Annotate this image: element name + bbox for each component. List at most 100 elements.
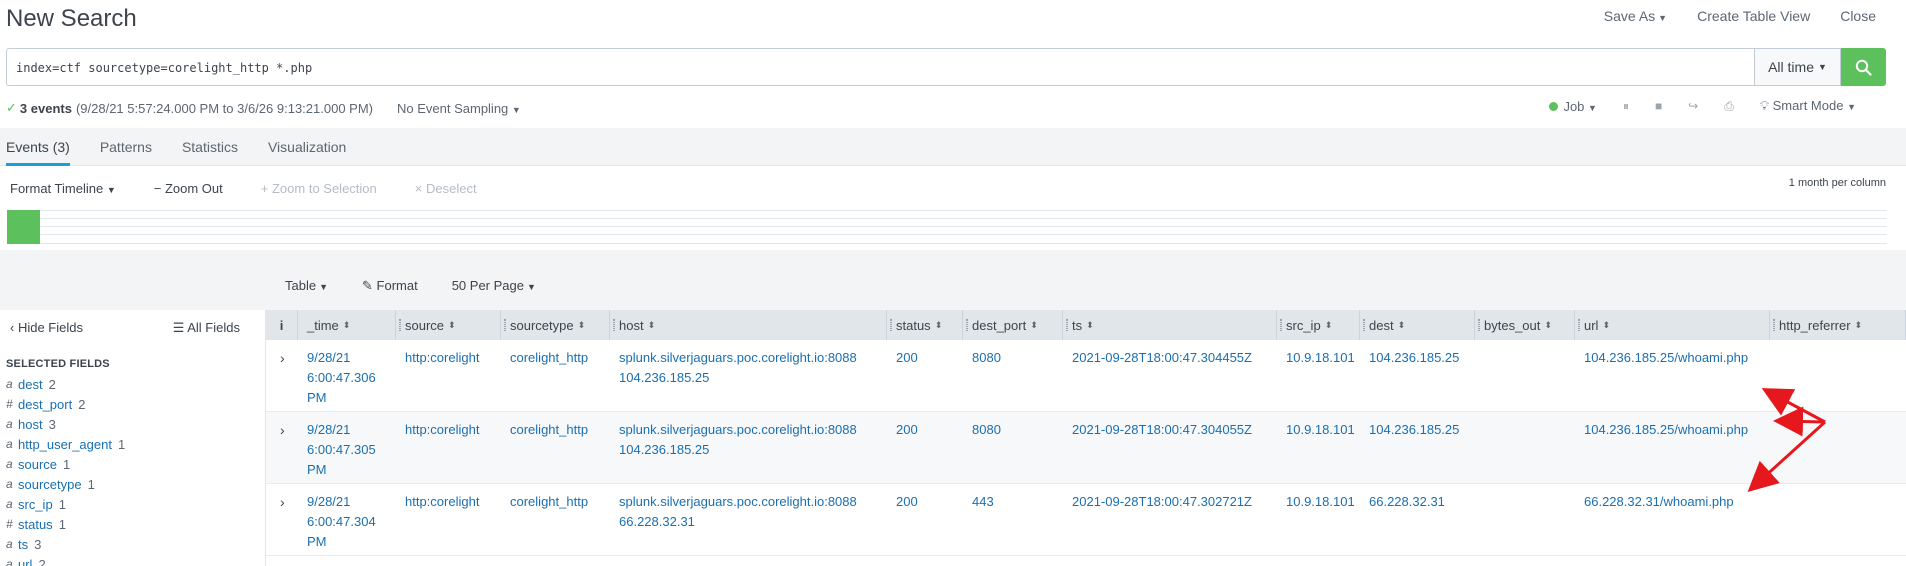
close-button[interactable]: Close xyxy=(1840,8,1876,24)
column-grip-icon[interactable] xyxy=(504,319,506,331)
expand-row-icon[interactable]: › xyxy=(266,340,298,411)
deselect-button[interactable]: × Deselect xyxy=(415,181,477,196)
cell-url[interactable]: 104.236.185.25/whoami.php xyxy=(1575,340,1770,411)
pause-icon[interactable]: ⏸ xyxy=(1623,99,1629,114)
zoom-to-selection-button[interactable]: + Zoom to Selection xyxy=(261,181,377,196)
cell-sourcetype[interactable]: corelight_http xyxy=(501,412,610,483)
cell-dest-port[interactable]: 443 xyxy=(963,484,1063,555)
timeline-bar[interactable] xyxy=(7,210,40,244)
column-grip-icon[interactable] xyxy=(890,319,892,331)
column-grip-icon[interactable] xyxy=(399,319,401,331)
column-grip-icon[interactable] xyxy=(1066,319,1068,331)
column-grip-icon[interactable] xyxy=(613,319,615,331)
cell-status[interactable]: 200 xyxy=(887,412,963,483)
column-header-url[interactable]: url ⬍ xyxy=(1575,310,1770,340)
cell-dest[interactable]: 104.236.185.25 xyxy=(1360,412,1475,483)
cell-url[interactable]: 104.236.185.25/whoami.php xyxy=(1575,412,1770,483)
cell-src-ip[interactable]: 10.9.18.101 xyxy=(1277,484,1360,555)
cell-status[interactable]: 200 xyxy=(887,484,963,555)
column-header-dest[interactable]: dest ⬍ xyxy=(1360,310,1475,340)
cell-dest-port[interactable]: 8080 xyxy=(963,340,1063,411)
stop-icon[interactable]: ■ xyxy=(1655,99,1662,113)
format-timeline-button[interactable]: Format Timeline ▼ xyxy=(10,181,116,196)
field-url[interactable]: a url 2 xyxy=(0,554,265,566)
cell-sourcetype[interactable]: corelight_http xyxy=(501,340,610,411)
cell-ts[interactable]: 2021-09-28T18:00:47.304055Z xyxy=(1063,412,1277,483)
cell-http-referrer[interactable] xyxy=(1770,484,1906,555)
column-grip-icon[interactable] xyxy=(1478,319,1480,331)
tab-visualization[interactable]: Visualization xyxy=(268,128,346,166)
expand-row-icon[interactable]: › xyxy=(266,484,298,555)
cell-time[interactable]: 9/28/21 6:00:47.304 PM xyxy=(298,484,396,555)
timeline-chart[interactable] xyxy=(7,210,1887,244)
zoom-out-button[interactable]: − Zoom Out xyxy=(154,181,223,196)
print-icon[interactable]: ⎙ xyxy=(1724,99,1734,114)
cell-src-ip[interactable]: 10.9.18.101 xyxy=(1277,412,1360,483)
cell-dest[interactable]: 66.228.32.31 xyxy=(1360,484,1475,555)
cell-ts[interactable]: 2021-09-28T18:00:47.304455Z xyxy=(1063,340,1277,411)
field-source[interactable]: a source 1 xyxy=(0,454,265,474)
cell-host[interactable]: splunk.silverjaguars.poc.corelight.io:80… xyxy=(610,412,887,483)
tab-events[interactable]: Events (3) xyxy=(6,128,70,166)
cell-http-referrer[interactable] xyxy=(1770,340,1906,411)
cell-src-ip[interactable]: 10.9.18.101 xyxy=(1277,340,1360,411)
format-button[interactable]: ✎ Format xyxy=(362,278,418,294)
job-menu[interactable]: Job ▼ xyxy=(1549,99,1597,114)
search-mode-menu[interactable]: 💡︎ Smart Mode ▼ xyxy=(1760,98,1856,114)
hide-fields-button[interactable]: ‹ Hide Fields xyxy=(10,320,83,336)
field-sourcetype[interactable]: a sourcetype 1 xyxy=(0,474,265,494)
cell-http-referrer[interactable] xyxy=(1770,412,1906,483)
column-header-ts[interactable]: ts ⬍ xyxy=(1063,310,1277,340)
view-type-dropdown[interactable]: Table ▼ xyxy=(285,278,328,294)
cell-bytes-out[interactable] xyxy=(1475,412,1575,483)
column-grip-icon[interactable] xyxy=(1280,319,1282,331)
expand-row-icon[interactable]: › xyxy=(266,412,298,483)
column-header-dest-port[interactable]: dest_port ⬍ xyxy=(963,310,1063,340)
field-http-user-agent[interactable]: a http_user_agent 1 xyxy=(0,434,265,454)
column-header-host[interactable]: host ⬍ xyxy=(610,310,887,340)
field-dest[interactable]: a dest 2 xyxy=(0,374,265,394)
column-header-status[interactable]: status ⬍ xyxy=(887,310,963,340)
column-grip-icon[interactable] xyxy=(1773,319,1775,331)
field-ts[interactable]: a ts 3 xyxy=(0,534,265,554)
field-src-ip[interactable]: a src_ip 1 xyxy=(0,494,265,514)
cell-url[interactable]: 66.228.32.31/whoami.php xyxy=(1575,484,1770,555)
tab-statistics[interactable]: Statistics xyxy=(182,128,238,166)
cell-status[interactable]: 200 xyxy=(887,340,963,411)
column-grip-icon[interactable] xyxy=(966,319,968,331)
cell-host[interactable]: splunk.silverjaguars.poc.corelight.io:80… xyxy=(610,340,887,411)
cell-source[interactable]: http:corelight xyxy=(396,412,501,483)
field-dest-port[interactable]: # dest_port 2 xyxy=(0,394,265,414)
cell-sourcetype[interactable]: corelight_http xyxy=(501,484,610,555)
share-icon[interactable]: ↪ xyxy=(1688,99,1698,113)
event-sampling-dropdown[interactable]: No Event Sampling ▼ xyxy=(397,101,521,116)
cell-time[interactable]: 9/28/21 6:00:47.305 PM xyxy=(298,412,396,483)
cell-host[interactable]: splunk.silverjaguars.poc.corelight.io:80… xyxy=(610,484,887,555)
cell-bytes-out[interactable] xyxy=(1475,484,1575,555)
column-header-sourcetype[interactable]: sourcetype ⬍ xyxy=(501,310,610,340)
cell-source[interactable]: http:corelight xyxy=(396,484,501,555)
field-status[interactable]: # status 1 xyxy=(0,514,265,534)
per-page-dropdown[interactable]: 50 Per Page ▼ xyxy=(452,278,536,294)
all-fields-button[interactable]: ☰ All Fields xyxy=(173,320,240,336)
column-header-source[interactable]: source ⬍ xyxy=(396,310,501,340)
cell-ts[interactable]: 2021-09-28T18:00:47.302721Z xyxy=(1063,484,1277,555)
cell-dest-port[interactable]: 8080 xyxy=(963,412,1063,483)
save-as-button[interactable]: Save As ▼ xyxy=(1604,8,1667,24)
column-header-http-referrer[interactable]: http_referrer ⬍ xyxy=(1770,310,1906,340)
column-header-src-ip[interactable]: src_ip ⬍ xyxy=(1277,310,1360,340)
cell-dest[interactable]: 104.236.185.25 xyxy=(1360,340,1475,411)
column-header-time[interactable]: _time ⬍ xyxy=(298,310,396,340)
cell-time[interactable]: 9/28/21 6:00:47.306 PM xyxy=(298,340,396,411)
tab-patterns[interactable]: Patterns xyxy=(100,128,152,166)
column-grip-icon[interactable] xyxy=(1363,319,1365,331)
time-range-picker[interactable]: All time ▼ xyxy=(1754,48,1841,86)
create-table-view-button[interactable]: Create Table View xyxy=(1697,8,1810,24)
search-button[interactable] xyxy=(1841,48,1886,86)
column-grip-icon[interactable] xyxy=(1578,319,1580,331)
column-header-bytes-out[interactable]: bytes_out ⬍ xyxy=(1475,310,1575,340)
search-input[interactable]: index=ctf sourcetype=corelight_http *.ph… xyxy=(6,48,1754,86)
field-host[interactable]: a host 3 xyxy=(0,414,265,434)
cell-source[interactable]: http:corelight xyxy=(396,340,501,411)
cell-bytes-out[interactable] xyxy=(1475,340,1575,411)
